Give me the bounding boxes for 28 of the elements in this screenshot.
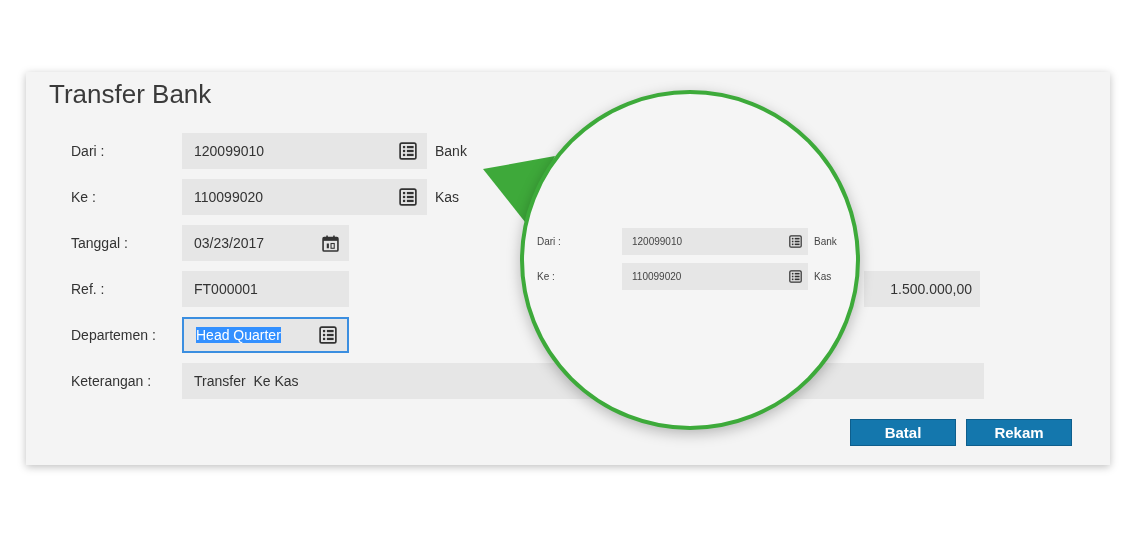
field-label: Keterangan : xyxy=(71,373,153,389)
input-field: 120099010 xyxy=(622,228,808,255)
calendar-icon[interactable] xyxy=(322,234,339,252)
input-field[interactable]: 120099010 xyxy=(182,133,427,169)
account-name: Bank xyxy=(814,236,837,247)
field-label: Dari : xyxy=(537,236,562,247)
account-name: Bank xyxy=(435,143,467,159)
field-label: Ref. : xyxy=(71,281,106,297)
account-name: Kas xyxy=(435,189,460,205)
input-field[interactable]: FT000001 xyxy=(182,271,349,307)
field-label: Ke : xyxy=(71,189,97,205)
field-label: Departemen : xyxy=(71,327,157,343)
list-icon[interactable] xyxy=(789,235,802,248)
page-title: Transfer Bank xyxy=(49,78,212,110)
action-button[interactable]: Batal xyxy=(850,419,956,446)
input-field: 110099020 xyxy=(622,263,808,290)
field-label: Dari : xyxy=(71,143,106,159)
input-field[interactable]: 03/23/2017 xyxy=(182,225,349,261)
input-field[interactable]: 110099020 xyxy=(182,179,427,215)
account-name: Kas xyxy=(814,271,832,282)
list-icon[interactable] xyxy=(319,326,337,344)
list-icon[interactable] xyxy=(399,142,417,160)
amount-field[interactable]: 1.500.000,00 xyxy=(864,271,980,307)
action-button[interactable]: Rekam xyxy=(966,419,1072,446)
list-icon[interactable] xyxy=(399,188,417,206)
field-label: Tanggal : xyxy=(71,235,129,251)
list-icon[interactable] xyxy=(789,270,802,283)
field-label: Ke : xyxy=(537,271,556,282)
